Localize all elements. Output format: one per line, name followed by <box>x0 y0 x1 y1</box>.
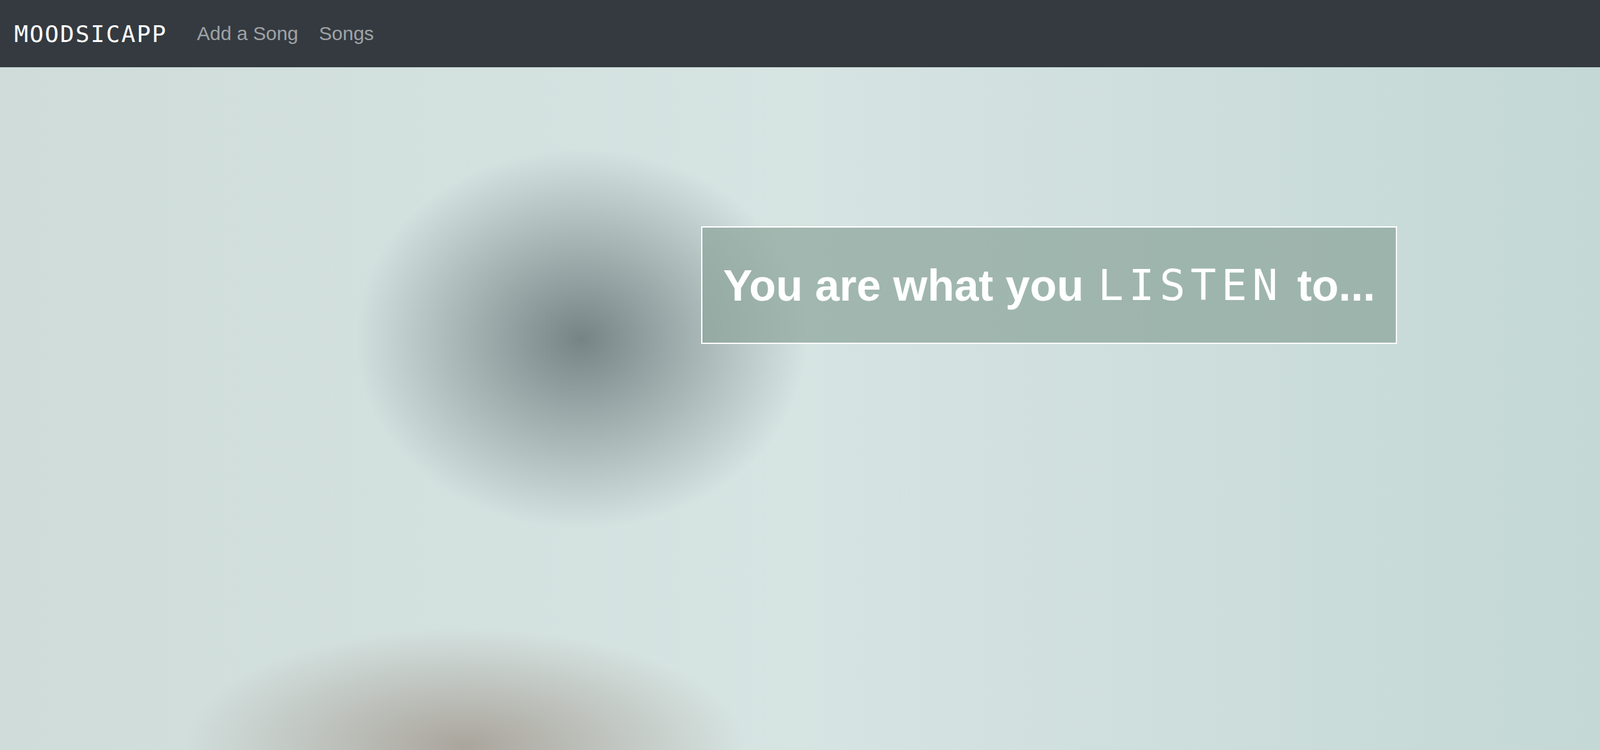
nav-links: Add a Song Songs <box>197 22 375 45</box>
hero-photo: You are what you LISTEN to... <box>0 67 1600 750</box>
nav-link[interactable]: Songs <box>319 22 375 45</box>
brand-logo[interactable]: MOODSICAPP <box>14 20 168 48</box>
nav-link[interactable]: Add a Song <box>197 22 299 45</box>
tagline-before: You are what you <box>723 259 1084 311</box>
navbar: MOODSICAPP Add a Song Songs <box>0 0 1600 68</box>
tagline-box: You are what you LISTEN to... <box>701 226 1398 344</box>
tagline-emphasis: LISTEN <box>1097 260 1283 311</box>
page: MOODSICAPP Add a Song Songs You are what yo… <box>0 0 1600 750</box>
tagline-after: to... <box>1296 259 1376 311</box>
